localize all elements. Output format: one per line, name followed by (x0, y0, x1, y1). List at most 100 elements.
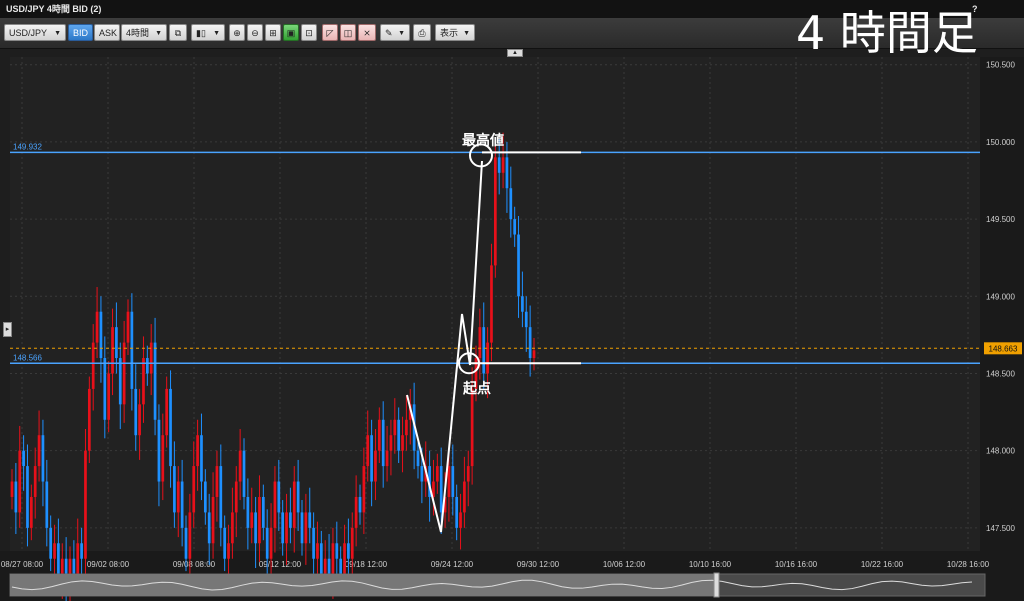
candle-body (393, 419, 397, 436)
screenshot-button[interactable]: ⎙ (413, 24, 431, 41)
candle-body (99, 311, 103, 359)
candle-body (439, 466, 443, 513)
candle-body (377, 419, 381, 451)
chevron-right-icon: ▸ (5, 326, 10, 333)
ask-button[interactable]: ASK (94, 24, 120, 41)
zoom-out-icon: ⊖ (251, 28, 259, 38)
link-icon: ⧉ (174, 28, 182, 38)
navigator-handle[interactable] (713, 572, 720, 598)
candle-body (84, 450, 87, 559)
candle-body (215, 466, 219, 497)
candle-body (273, 481, 277, 528)
candle-body (49, 527, 53, 559)
y-tick-label: 148.500 (986, 369, 1015, 378)
candle-body (192, 466, 196, 513)
candle-body (173, 466, 176, 513)
candle-body (227, 543, 230, 559)
candle-body (14, 481, 18, 513)
candle-body (207, 512, 211, 544)
chevron-up-icon: ▲ (512, 50, 518, 56)
symbol-select[interactable]: USD/JPY ▼ (4, 24, 66, 41)
display-menu[interactable]: 表示 ▼ (435, 24, 475, 41)
candle-body (203, 481, 207, 513)
chevron-down-icon: ▼ (54, 30, 61, 37)
candle-body (22, 450, 25, 467)
draw-line-button[interactable]: ◸ (322, 24, 338, 41)
y-tick-label: 148.000 (986, 447, 1015, 456)
candle-body (33, 466, 37, 497)
collapse-toolbar-handle[interactable]: ▲ (507, 49, 523, 57)
candle-body (292, 481, 296, 528)
candle-body (358, 496, 362, 513)
candle-body (447, 466, 451, 497)
candle-body (486, 342, 489, 374)
candle-body (401, 435, 404, 451)
candle-body (238, 450, 242, 482)
candle-body (72, 558, 76, 575)
candle-body (312, 527, 315, 559)
candle-body (242, 450, 246, 497)
candle-body (254, 512, 257, 544)
timeframe-select-value: 4時間 (126, 28, 150, 38)
zoom-out-button[interactable]: ⊖ (247, 24, 263, 41)
candle-body (370, 435, 373, 482)
candle-body (246, 496, 250, 528)
chart-type-select[interactable]: ▮▯ ▼ (191, 24, 225, 41)
link-button[interactable]: ⧉ (169, 24, 187, 41)
pen-select[interactable]: ✎ ▼ (380, 24, 410, 41)
candle-body (509, 188, 513, 220)
candle-body (196, 435, 199, 467)
candle-body (316, 543, 319, 559)
candle-body (300, 512, 304, 544)
zoom-in-button[interactable]: ⊕ (229, 24, 245, 41)
timeframe-select[interactable]: 4時間 ▼ (121, 24, 167, 41)
draw-shape-icon: ◫ (343, 28, 353, 38)
candle-body (327, 558, 331, 575)
candle-body (95, 311, 99, 343)
candle-body (250, 512, 254, 528)
chart-view-button[interactable]: ▣ (283, 24, 299, 41)
level-line-label: 149.932 (13, 142, 42, 151)
zoom-in-icon: ⊕ (233, 28, 241, 38)
candle-body (435, 466, 439, 482)
candle-body (397, 419, 401, 451)
draw-shape-button[interactable]: ◫ (340, 24, 356, 41)
candle-body (176, 481, 180, 513)
candle-body (385, 450, 389, 467)
candle-body (138, 404, 141, 436)
candle-body (416, 450, 420, 467)
bid-button[interactable]: BID (68, 24, 93, 41)
chevron-down-icon: ▼ (398, 30, 405, 37)
candle-body (111, 327, 114, 374)
grid-icon: ⊞ (269, 28, 277, 38)
candle-body (524, 311, 528, 328)
candle-body (115, 327, 118, 359)
candle-body (26, 466, 29, 528)
candle-body (350, 527, 354, 559)
candle-body (463, 481, 466, 513)
candle-body (405, 419, 408, 436)
candle-body (528, 327, 532, 359)
x-tick-label: 08/27 08:00 (1, 560, 44, 569)
candle-body (493, 157, 497, 266)
candle-body (277, 481, 281, 513)
candle-body (153, 342, 157, 420)
candle-body (517, 234, 520, 297)
price-axis-area (980, 57, 1024, 551)
overlay-title: 4 時間足 (796, 6, 978, 60)
x-tick-label: 09/30 12:00 (517, 560, 560, 569)
chart-view-icon: ▣ (286, 28, 296, 38)
side-panel-handle[interactable]: ▸ (3, 322, 12, 337)
candle-body (145, 358, 149, 374)
chart-svg[interactable]: 150.500150.000149.500149.000148.500148.0… (0, 0, 1024, 601)
candle-body (180, 481, 184, 528)
candle-body (200, 435, 203, 482)
delete-drawing-button[interactable]: ⨯ (358, 24, 376, 41)
candle-body (211, 496, 215, 544)
window-title: USD/JPY 4時間 BID (2) (6, 4, 102, 14)
annotation-start-label: 起点 (462, 380, 491, 397)
level-line-label: 148.566 (13, 353, 42, 362)
candle-body (118, 358, 122, 405)
grid-button[interactable]: ⊞ (265, 24, 281, 41)
fit-button[interactable]: ⊡ (301, 24, 317, 41)
